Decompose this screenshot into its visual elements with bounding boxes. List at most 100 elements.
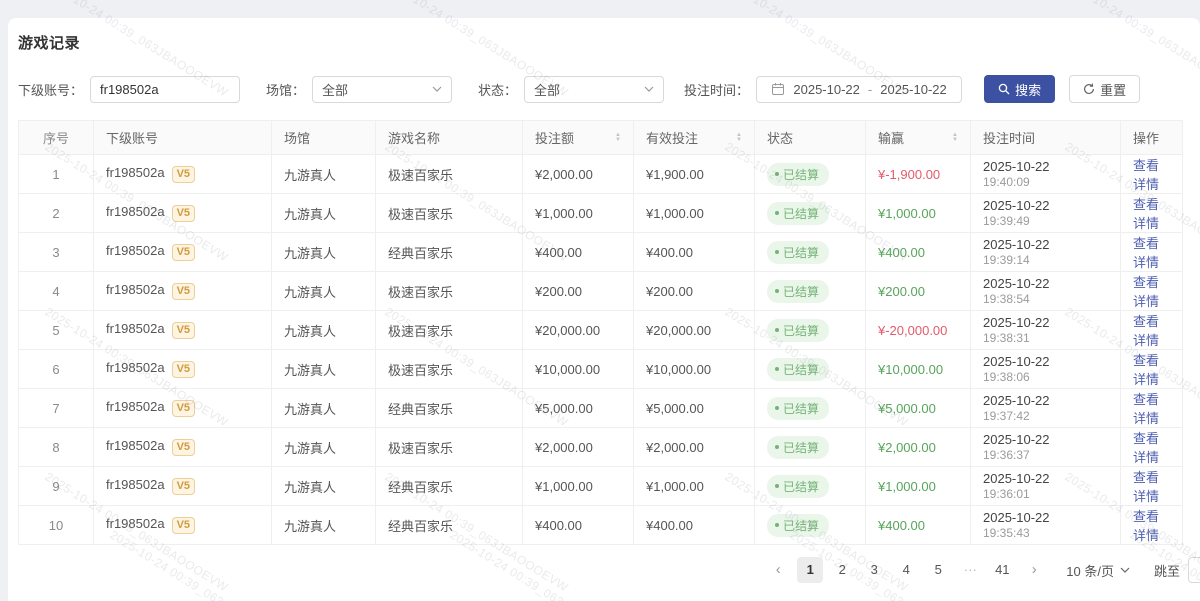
status-dot-icon [775, 250, 779, 254]
view-details-link[interactable]: 查看详情 [1133, 314, 1159, 348]
cell-status: 已结算 [755, 155, 866, 194]
view-details-link[interactable]: 查看详情 [1133, 431, 1159, 465]
header-winloss[interactable]: 输赢▲▼ [866, 121, 971, 155]
status-text: 已结算 [783, 439, 819, 456]
view-details-link[interactable]: 查看详情 [1133, 158, 1159, 192]
cell-action: 查看详情 [1121, 311, 1183, 350]
page-size-value: 10 条/页 [1066, 561, 1114, 580]
page-ellipsis: ··· [957, 557, 983, 583]
venue-select[interactable]: 全部 [312, 76, 452, 103]
cell-winloss: ¥400.00 [866, 233, 971, 272]
header-valid-bet[interactable]: 有效投注▲▼ [634, 121, 755, 155]
bet-time: 19:38:06 [983, 370, 1108, 385]
cell-action: 查看详情 [1121, 428, 1183, 467]
chevron-down-icon [1120, 567, 1130, 573]
cell-bet-time: 2025-10-2219:40:09 [971, 155, 1121, 194]
cell-index: 2 [19, 194, 94, 233]
bet-time: 19:37:42 [983, 409, 1108, 424]
status-select-value: 全部 [534, 80, 560, 99]
view-details-link[interactable]: 查看详情 [1133, 392, 1159, 426]
table-row: 8 fr198502aV5 九游真人 极速百家乐 ¥2,000.00 ¥2,00… [19, 428, 1183, 467]
cell-bet-amount: ¥1,000.00 [523, 194, 634, 233]
view-details-link[interactable]: 查看详情 [1133, 509, 1159, 543]
status-text: 已结算 [783, 166, 819, 183]
winloss-amount: ¥400.00 [878, 518, 925, 533]
status-dot-icon [775, 406, 779, 410]
table-row: 7 fr198502aV5 九游真人 经典百家乐 ¥5,000.00 ¥5,00… [19, 389, 1183, 428]
status-dot-icon [775, 289, 779, 293]
account-text: fr198502a [106, 282, 165, 297]
bet-date: 2025-10-22 [983, 353, 1108, 370]
page-number-button[interactable]: 3 [861, 557, 887, 583]
search-icon [998, 83, 1010, 95]
status-text: 已结算 [783, 478, 819, 495]
search-button[interactable]: 搜索 [984, 75, 1055, 103]
cell-account: fr198502a V5 [94, 311, 272, 350]
cell-action: 查看详情 [1121, 155, 1183, 194]
cell-valid-bet: ¥1,000.00 [634, 467, 755, 506]
cell-action: 查看详情 [1121, 506, 1183, 545]
cell-venue: 九游真人 [272, 506, 376, 545]
date-start: 2025-10-22 [793, 82, 860, 97]
page-number-button[interactable]: 2 [829, 557, 855, 583]
view-details-link[interactable]: 查看详情 [1133, 197, 1159, 231]
bet-time: 19:38:31 [983, 331, 1108, 346]
view-details-link[interactable]: 查看详情 [1133, 353, 1159, 387]
jump-to-input[interactable] [1188, 557, 1200, 583]
vip-level-badge: V5 [172, 244, 195, 261]
cell-bet-amount: ¥200.00 [523, 272, 634, 311]
filter-bar: 下级账号： 场馆： 全部 状态： 全部 投注时间： 2025-10-22 - 2… [18, 75, 1182, 103]
date-range-picker[interactable]: 2025-10-22 - 2025-10-22 [756, 76, 962, 103]
cell-valid-bet: ¥400.00 [634, 233, 755, 272]
row-index: 1 [52, 167, 59, 182]
page-number-button[interactable]: 5 [925, 557, 951, 583]
view-details-link[interactable]: 查看详情 [1133, 236, 1159, 270]
page-number-button[interactable]: 41 [989, 557, 1015, 583]
cell-action: 查看详情 [1121, 467, 1183, 506]
status-badge: 已结算 [767, 358, 829, 381]
account-input[interactable] [90, 76, 240, 103]
view-details-link[interactable]: 查看详情 [1133, 275, 1159, 309]
cell-bet-amount: ¥2,000.00 [523, 428, 634, 467]
search-button-label: 搜索 [1015, 80, 1041, 99]
cell-venue: 九游真人 [272, 311, 376, 350]
sort-icon[interactable]: ▲▼ [615, 133, 621, 143]
page-title: 游戏记录 [18, 32, 1182, 53]
row-index: 9 [52, 479, 59, 494]
sort-icon[interactable]: ▲▼ [736, 133, 742, 143]
header-venue: 场馆 [272, 121, 376, 155]
bet-time: 19:35:43 [983, 526, 1108, 541]
vip-level-badge: V5 [172, 322, 195, 339]
records-table: 序号 下级账号 场馆 游戏名称 投注额▲▼ 有效投注▲▼ 状态 输赢▲▼ 投注时… [18, 120, 1183, 545]
view-details-link[interactable]: 查看详情 [1133, 470, 1159, 504]
cell-venue: 九游真人 [272, 272, 376, 311]
status-text: 已结算 [783, 400, 819, 417]
page-number-button[interactable]: 1 [797, 557, 823, 583]
vip-level-badge: V5 [172, 205, 195, 222]
page-size-select[interactable]: 10 条/页 [1066, 561, 1130, 580]
table-row: 4 fr198502aV5 九游真人 极速百家乐 ¥200.00 ¥200.00… [19, 272, 1183, 311]
reset-button[interactable]: 重置 [1069, 75, 1140, 103]
game-records-page: { "page": { "title": "游戏记录" }, "filters"… [0, 0, 1200, 601]
cell-account: fr198502a V5 [94, 233, 272, 272]
row-index: 4 [52, 284, 59, 299]
prev-page-button[interactable]: ‹ [765, 557, 791, 583]
account-text: fr198502a [106, 165, 165, 180]
account-text: fr198502a [106, 243, 165, 258]
cell-account: fr198502aV5 [94, 428, 272, 467]
header-bet-amount[interactable]: 投注额▲▼ [523, 121, 634, 155]
table-body: 1 fr198502aV5 九游真人 极速百家乐 ¥2,000.00 ¥1,90… [19, 155, 1183, 545]
cell-winloss: ¥1,000.00 [866, 467, 971, 506]
next-page-button[interactable]: › [1021, 557, 1047, 583]
cell-venue: 九游真人 [272, 428, 376, 467]
status-select[interactable]: 全部 [524, 76, 664, 103]
cell-status: 已结算 [755, 389, 866, 428]
winloss-amount: ¥1,000.00 [878, 206, 936, 221]
header-bet-time: 投注时间 [971, 121, 1121, 155]
venue-select-value: 全部 [322, 80, 348, 99]
content-card: 游戏记录 下级账号： 场馆： 全部 状态： 全部 投注时间： 2025-10-2… [8, 18, 1200, 601]
status-text: 已结算 [783, 244, 819, 261]
account-text: fr198502a [106, 321, 165, 336]
page-number-button[interactable]: 4 [893, 557, 919, 583]
sort-icon[interactable]: ▲▼ [952, 133, 958, 143]
